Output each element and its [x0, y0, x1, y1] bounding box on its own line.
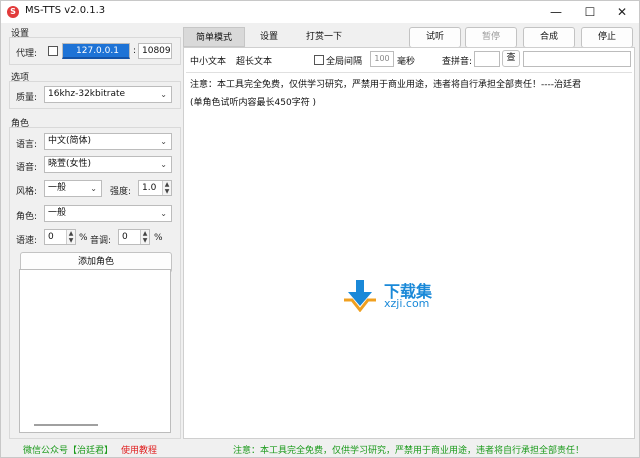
simple-mode-panel: 中小文本 超长文本 全局间隔 100 毫秒 查拼音: 查 注意：本工具完全免费，… [183, 47, 635, 439]
interval-unit: 毫秒 [397, 57, 416, 67]
intensity-label: 强度: [110, 187, 132, 197]
pinyin-result-field[interactable] [523, 51, 631, 67]
stop-button[interactable]: 停止 [581, 27, 633, 48]
speed-spinner[interactable]: 0 ▲ ▼ [44, 229, 76, 245]
left-panel: 设置 代理: 127.0.0.1 : 10809 选项 质量: 16khz-32… [3, 23, 181, 439]
quality-label: 质量: [16, 93, 38, 103]
style-label: 风格: [16, 187, 38, 197]
spinner-arrows-icon[interactable]: ▲ ▼ [162, 181, 171, 195]
character-select[interactable]: 一般 ⌄ [44, 205, 172, 222]
proxy-checkbox[interactable] [48, 46, 58, 56]
style-value: 一般 [48, 183, 67, 193]
tab-settings[interactable]: 设置 [247, 27, 291, 47]
proxy-host-input[interactable]: 127.0.0.1 [62, 43, 130, 59]
chevron-down-icon: ⌄ [160, 209, 167, 218]
spinner-arrows-icon[interactable]: ▲ ▼ [66, 230, 75, 244]
subtab-long-text[interactable]: 超长文本 [236, 54, 272, 67]
subtab-short-text[interactable]: 中小文本 [190, 54, 226, 67]
watermark-url: xzji.com [384, 297, 430, 310]
chevron-down-icon: ⌄ [160, 160, 167, 169]
style-select[interactable]: 一般 ⌄ [44, 180, 102, 197]
tab-simple-mode[interactable]: 简单模式 [183, 27, 245, 47]
proxy-separator: : [133, 46, 137, 56]
app-icon: S [7, 6, 19, 18]
title-bar: S MS-TTS v2.0.1.3 — ☐ ✕ [1, 1, 639, 23]
chevron-down-icon: ⌄ [90, 184, 97, 193]
quality-value: 16khz-32kbitrate [48, 89, 126, 99]
content-line-2: (单角色试听内容最长450字符 ) [190, 98, 317, 108]
right-panel: 简单模式 设置 打赏一下 试听 暂停 合成 停止 中小文本 超长文本 全局间隔 … [183, 27, 635, 439]
character-value: 一般 [48, 208, 67, 218]
proxy-label: 代理: [16, 49, 38, 59]
voice-select[interactable]: 晓萱(女性) ⌄ [44, 156, 172, 173]
pitch-label: 音调: [90, 236, 112, 246]
tutorial-link[interactable]: 使用教程 [121, 443, 157, 456]
intensity-spinner[interactable]: 1.0 ▲ ▼ [138, 180, 172, 196]
language-value: 中文(简体) [48, 136, 92, 146]
maximize-icon[interactable]: ☐ [573, 1, 607, 23]
app-window: S MS-TTS v2.0.1.3 — ☐ ✕ 设置 代理: 127.0.0.1… [0, 0, 640, 458]
speed-unit: % [79, 233, 88, 243]
status-notice: 注意：本工具完全免费，仅供学习研究，严禁用于商业用途，违者将自行承担全部责任！ [233, 446, 585, 456]
proxy-port-input[interactable]: 10809 [138, 43, 172, 59]
speed-value: 0 [48, 232, 54, 242]
voice-value: 晓萱(女性) [48, 159, 92, 169]
options-group: 质量: 16khz-32kbitrate ⌄ [9, 81, 181, 109]
global-interval-checkbox[interactable] [314, 55, 324, 65]
character-label: 角色: [16, 212, 38, 222]
interval-input[interactable]: 100 [370, 51, 394, 67]
pitch-unit: % [154, 233, 163, 243]
wechat-link[interactable]: 微信公众号【治廷君】 [23, 443, 113, 456]
pause-button[interactable]: 暂停 [465, 27, 517, 48]
pinyin-input[interactable] [474, 51, 500, 67]
chevron-down-icon: ⌄ [160, 90, 167, 99]
intensity-value: 1.0 [142, 183, 157, 193]
tab-donate[interactable]: 打赏一下 [295, 27, 353, 47]
status-bar: 微信公众号【治廷君】 使用教程 注意：本工具完全免费，仅供学习研究，严禁用于商业… [1, 439, 639, 457]
voice-label: 语音: [16, 163, 38, 173]
content-line-1: 注意：本工具完全免费，仅供学习研究，严禁用于商业用途，违者将自行承担全部责任！-… [190, 80, 581, 90]
global-interval-label: 全局间隔 [326, 57, 363, 67]
horizontal-scrollbar[interactable] [34, 424, 98, 426]
pinyin-query-button[interactable]: 查 [502, 50, 520, 67]
text-input-area[interactable]: 注意：本工具完全免费，仅供学习研究，严禁用于商业用途，违者将自行承担全部责任！-… [186, 72, 632, 438]
settings-group: 代理: 127.0.0.1 : 10809 [9, 37, 181, 65]
pitch-spinner[interactable]: 0 ▲ ▼ [118, 229, 150, 245]
listen-button[interactable]: 试听 [409, 27, 461, 48]
download-arrow-icon [344, 280, 376, 313]
synthesize-button[interactable]: 合成 [523, 27, 575, 48]
quality-select[interactable]: 16khz-32kbitrate ⌄ [44, 86, 172, 103]
minimize-icon[interactable]: — [539, 1, 573, 23]
language-select[interactable]: 中文(简体) ⌄ [44, 133, 172, 150]
speed-label: 语速: [16, 236, 38, 246]
close-icon[interactable]: ✕ [605, 1, 639, 23]
pinyin-label: 查拼音: [442, 57, 473, 67]
spinner-arrows-icon[interactable]: ▲ ▼ [140, 230, 149, 244]
pitch-value: 0 [122, 232, 128, 242]
language-label: 语言: [16, 140, 38, 150]
role-list[interactable] [19, 269, 171, 433]
watermark-logo: 下载集 xzji.com [342, 278, 452, 313]
chevron-down-icon: ⌄ [160, 137, 167, 146]
window-title: MS-TTS v2.0.1.3 [25, 5, 106, 16]
